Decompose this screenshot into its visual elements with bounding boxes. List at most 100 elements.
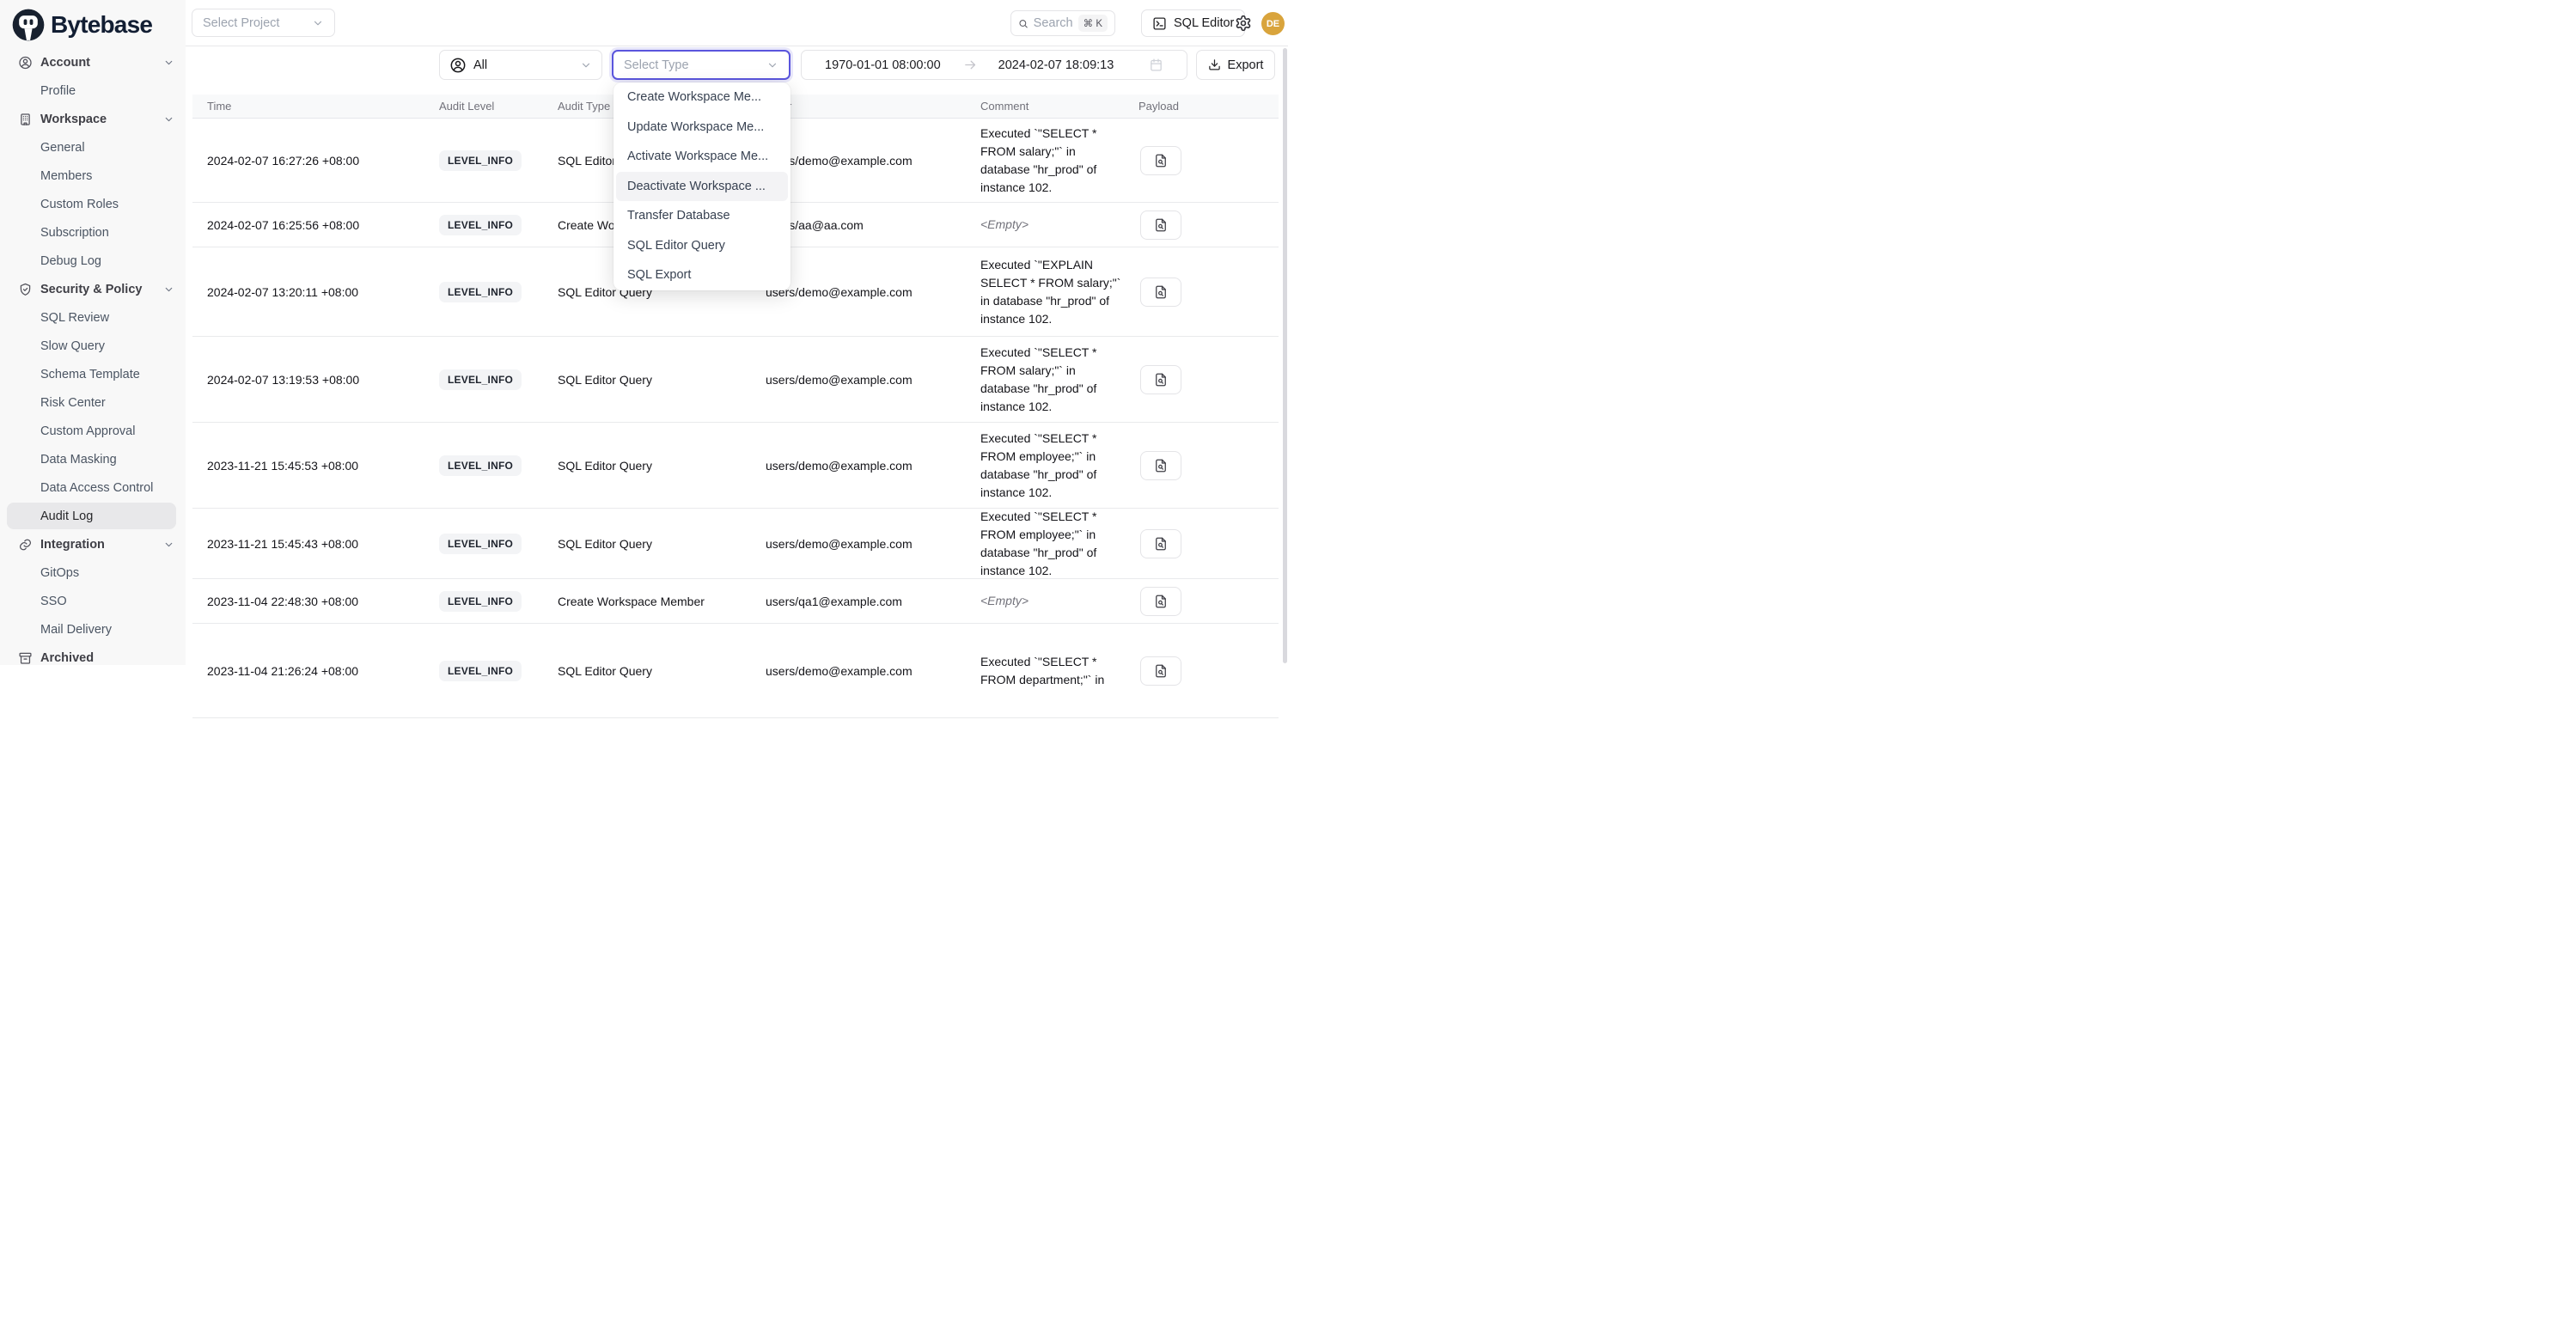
cell-actor: users/aa@aa.com [766,218,980,232]
sql-editor-button[interactable]: SQL Editor [1141,9,1245,37]
cell-audit-level: LEVEL_INFO [439,282,558,302]
cell-time: 2024-02-07 13:19:53 +08:00 [192,373,439,387]
file-search-icon [1153,372,1169,387]
cell-payload [1138,451,1279,480]
cell-payload [1138,656,1279,686]
sidebar-item-label: Workspace [40,113,107,126]
menu-item-transfer-database[interactable]: Transfer Database [613,201,791,231]
audit-level-badge: LEVEL_INFO [439,591,522,612]
sidebar-item-slow-query[interactable]: Slow Query [0,332,186,360]
cell-audit-level: LEVEL_INFO [439,591,558,612]
type-filter-select[interactable]: Select Type [612,50,791,80]
menu-item-deactivate-workspace-member[interactable]: Deactivate Workspace ... [616,172,788,202]
sidebar-item-label: Data Access Control [40,481,153,495]
gear-icon[interactable] [1235,15,1252,32]
chevron-down-icon [312,17,324,29]
archive-icon [18,650,33,665]
sidebar-item-subscription[interactable]: Subscription [0,218,186,247]
table-row: 2023-11-04 22:48:30 +08:00 LEVEL_INFO Cr… [192,579,1279,624]
sidebar-item-label: Custom Approval [40,424,135,438]
sidebar-item-debug-log[interactable]: Debug Log [0,247,186,275]
sidebar-nav: Account Profile Workspace General Member… [0,48,186,672]
export-button[interactable]: Export [1196,50,1275,80]
sidebar-item-integration[interactable]: Integration [0,530,186,558]
sidebar-item-risk-center[interactable]: Risk Center [0,388,186,417]
sidebar-item-audit-log[interactable]: Audit Log [0,502,186,530]
sidebar-item-sql-review[interactable]: SQL Review [0,303,186,332]
sidebar-item-label: Risk Center [40,396,106,410]
sidebar-item-custom-roles[interactable]: Custom Roles [0,190,186,218]
sidebar-item-label: Slow Query [40,339,105,353]
sidebar-item-archived[interactable]: Archived [0,644,186,672]
payload-view-button[interactable] [1140,278,1181,307]
sidebar-item-members[interactable]: Members [0,162,186,190]
sidebar-item-schema-template[interactable]: Schema Template [0,360,186,388]
vertical-scrollbar[interactable] [1283,48,1287,663]
file-search-icon [1153,217,1169,233]
menu-item-sql-export[interactable]: SQL Export [613,260,791,290]
sidebar-item-workspace[interactable]: Workspace [0,105,186,133]
cell-time: 2023-11-21 15:45:43 +08:00 [192,537,439,551]
table-row: 2023-11-04 21:26:24 +08:00 LEVEL_INFO SQ… [192,624,1279,718]
bytebase-logo[interactable]: Bytebase [11,6,152,44]
cell-actor: users/demo@example.com [766,285,980,299]
sidebar-item-general[interactable]: General [0,133,186,162]
sidebar-item-profile[interactable]: Profile [0,76,186,105]
sidebar-item-gitops[interactable]: GitOps [0,558,186,587]
avatar[interactable]: DE [1261,12,1285,35]
menu-item-create-workspace-member[interactable]: Create Workspace Me... [613,82,791,113]
sidebar-item-data-access-control[interactable]: Data Access Control [0,473,186,502]
payload-view-button[interactable] [1140,451,1181,480]
shield-check-icon [18,282,33,296]
topbar: Select Project Search ⌘ K SQL Editor DE [186,0,1288,46]
file-search-icon [1153,536,1169,552]
menu-item-sql-editor-query[interactable]: SQL Editor Query [613,231,791,261]
search-icon [1018,17,1029,30]
project-select[interactable]: Select Project [192,9,335,37]
cell-audit-level: LEVEL_INFO [439,661,558,681]
cell-audit-level: LEVEL_INFO [439,215,558,235]
calendar-icon [1149,58,1163,72]
payload-view-button[interactable] [1140,587,1181,616]
cell-payload [1138,587,1279,616]
sidebar-item-label: SQL Review [40,311,109,325]
cell-comment: Executed `"SELECT * FROM employee;"` in … [980,508,1138,580]
chevron-down-icon [580,59,592,71]
sidebar-item-sso[interactable]: SSO [0,587,186,615]
sidebar-item-security-policy[interactable]: Security & Policy [0,275,186,303]
cell-comment: Executed `"SELECT * FROM salary;"` in da… [980,125,1138,197]
cell-comment: Executed `"EXPLAIN SELECT * FROM salary;… [980,256,1138,328]
project-select-placeholder: Select Project [203,16,279,30]
cell-payload [1138,529,1279,558]
export-label: Export [1228,58,1264,72]
payload-view-button[interactable] [1140,210,1181,240]
cell-audit-type: SQL Editor Query [558,373,766,387]
column-header-payload: Payload [1138,100,1279,113]
payload-view-button[interactable] [1140,365,1181,394]
table-row: 2023-11-21 15:45:53 +08:00 LEVEL_INFO SQ… [192,423,1279,509]
payload-view-button[interactable] [1140,656,1181,686]
sidebar-item-custom-approval[interactable]: Custom Approval [0,417,186,445]
cell-audit-type: SQL Editor Query [558,664,766,678]
menu-item-update-workspace-member[interactable]: Update Workspace Me... [613,113,791,143]
date-range-picker[interactable]: 1970-01-01 08:00:00 2024-02-07 18:09:13 [801,50,1187,80]
user-round-icon [449,57,467,74]
cell-audit-type: SQL Editor Query [558,459,766,473]
cell-comment: Executed `"SELECT * FROM department;"` i… [980,653,1138,689]
bytebase-audit-log-page: Bytebase Account Profile Workspace Gener… [0,0,1288,665]
actor-filter-select[interactable]: All [439,50,602,80]
cell-actor: users/demo@example.com [766,154,980,168]
menu-item-activate-workspace-member[interactable]: Activate Workspace Me... [613,142,791,172]
sidebar-item-data-masking[interactable]: Data Masking [0,445,186,473]
audit-level-badge: LEVEL_INFO [439,215,522,235]
payload-view-button[interactable] [1140,529,1181,558]
file-search-icon [1153,458,1169,473]
search-input[interactable]: Search ⌘ K [1010,10,1115,36]
file-search-icon [1153,663,1169,679]
sidebar-item-mail-delivery[interactable]: Mail Delivery [0,615,186,644]
chevron-down-icon [163,113,174,125]
arrow-right-icon [963,58,978,72]
payload-view-button[interactable] [1140,146,1181,175]
sidebar-item-account[interactable]: Account [0,48,186,76]
file-search-icon [1153,594,1169,609]
